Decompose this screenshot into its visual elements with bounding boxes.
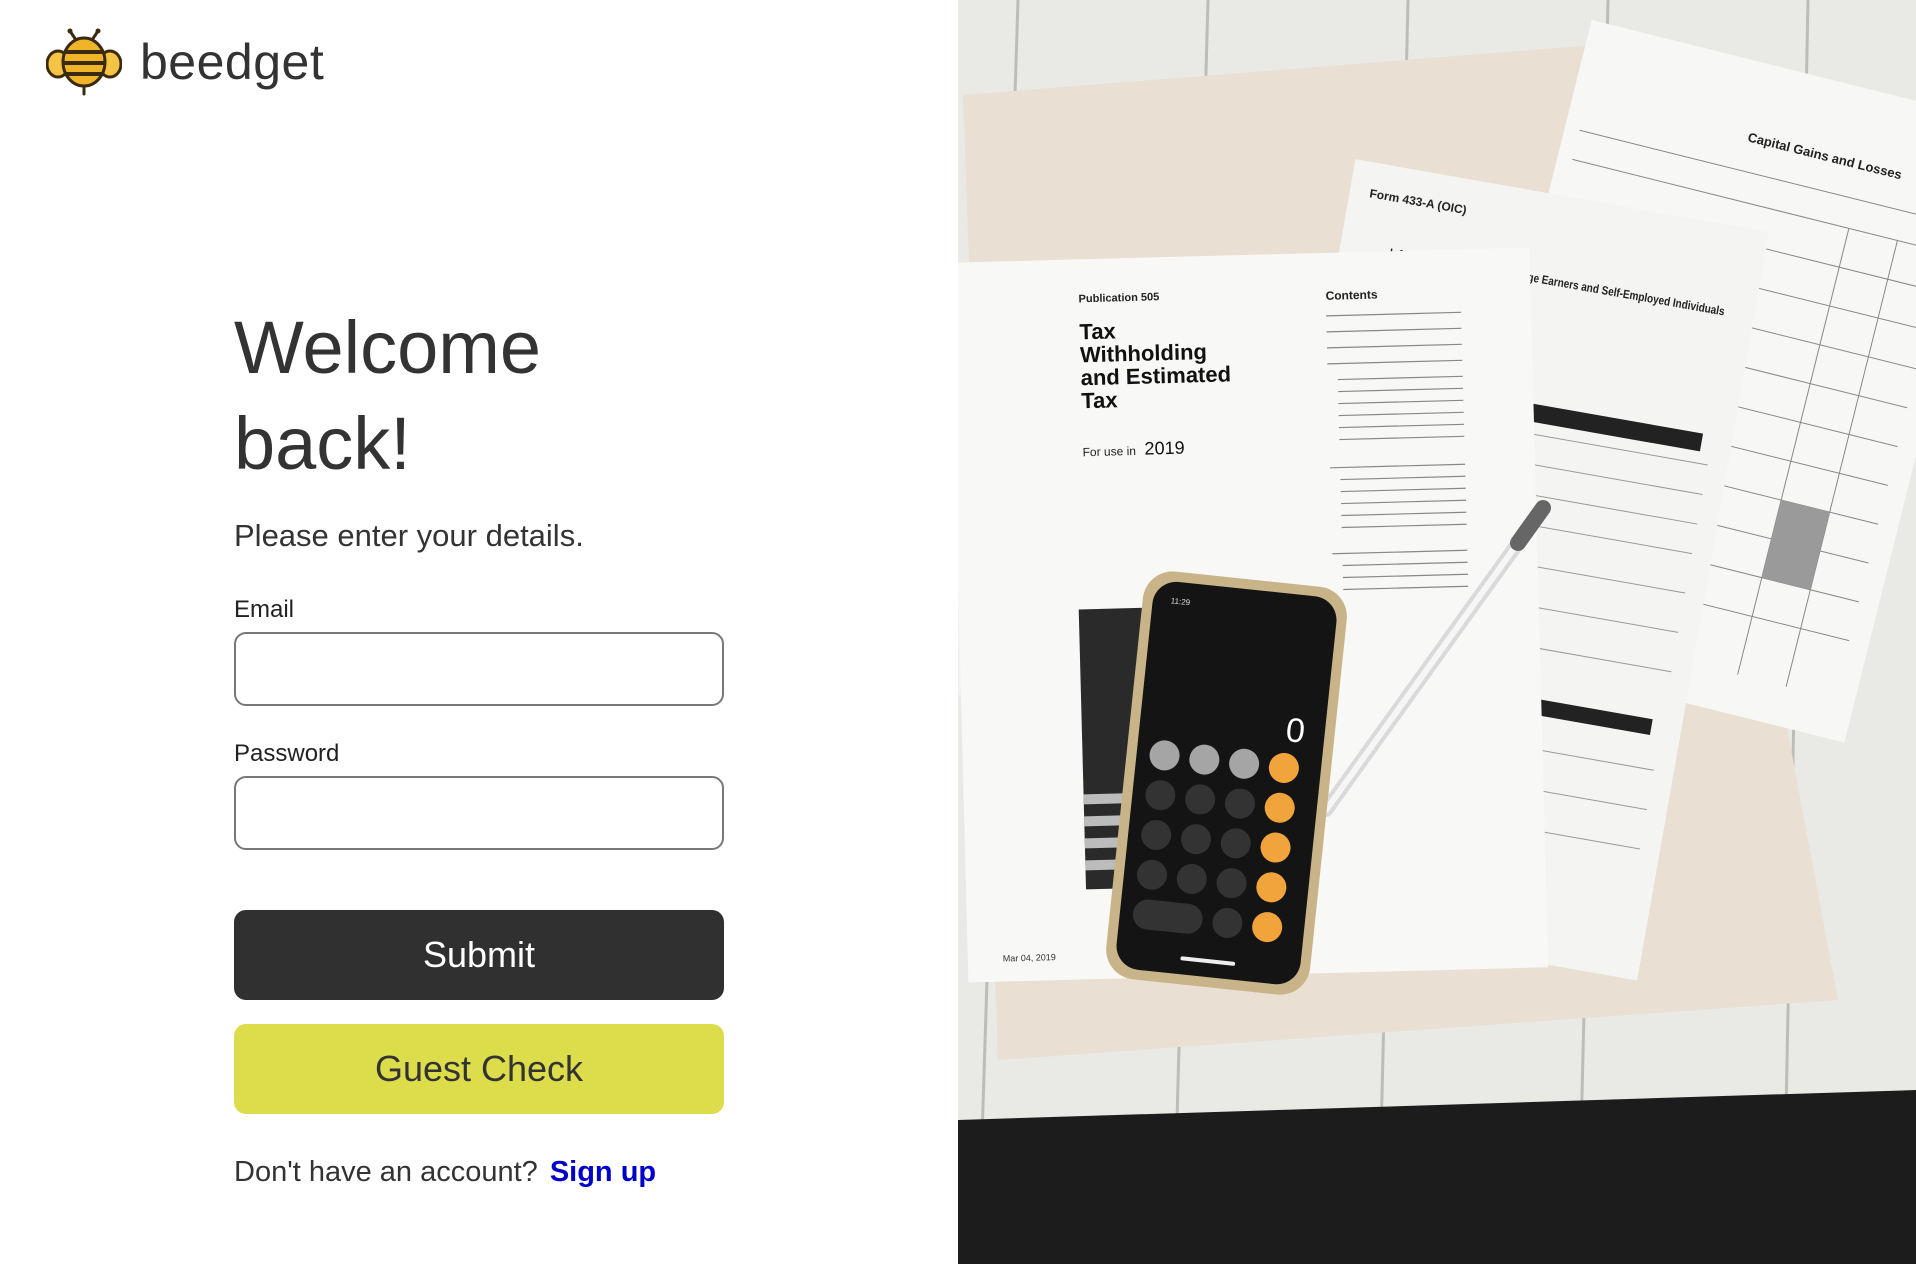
password-label: Password	[234, 740, 340, 767]
tax-documents-photo: Capital Gains and Losses Form 433-A (OIC…	[958, 0, 1916, 1264]
page-subtitle: Please enter your details.	[234, 518, 584, 553]
signup-link[interactable]: Sign up	[550, 1156, 656, 1188]
for-use-in: For use in	[1082, 444, 1136, 459]
publication-number: Publication 505	[1078, 291, 1159, 305]
guest-check-button[interactable]: Guest Check	[234, 1024, 724, 1114]
login-form: Welcome back! Please enter your details.…	[234, 300, 724, 1189]
login-panel: beedget Welcome back! Please enter your …	[0, 0, 958, 1264]
publication-year: 2019	[1144, 438, 1185, 459]
hero-image: Capital Gains and Losses Form 433-A (OIC…	[958, 0, 1916, 1264]
signup-row: Don't have an account? Sign up	[234, 1156, 724, 1189]
doc-title-line-1: Tax	[1079, 318, 1117, 344]
email-label: Email	[234, 596, 295, 623]
brand[interactable]: beedget	[46, 28, 324, 96]
doc-title-line-3: and Estimated	[1080, 361, 1231, 390]
contents-heading: Contents	[1325, 288, 1378, 303]
calculator-phone: 11:29 0	[1106, 571, 1347, 995]
signup-prompt: Don't have an account?	[234, 1156, 538, 1188]
calculator-display: 0	[1284, 711, 1307, 751]
submit-button[interactable]: Submit	[234, 910, 724, 1000]
doc-title-line-4: Tax	[1081, 387, 1119, 413]
brand-name: beedget	[140, 34, 325, 90]
page-title: Welcome back!	[234, 306, 542, 485]
password-input[interactable]	[234, 776, 724, 850]
print-date: Mar 04, 2019	[1003, 952, 1056, 963]
bee-icon	[46, 28, 122, 96]
email-input[interactable]	[234, 632, 724, 706]
